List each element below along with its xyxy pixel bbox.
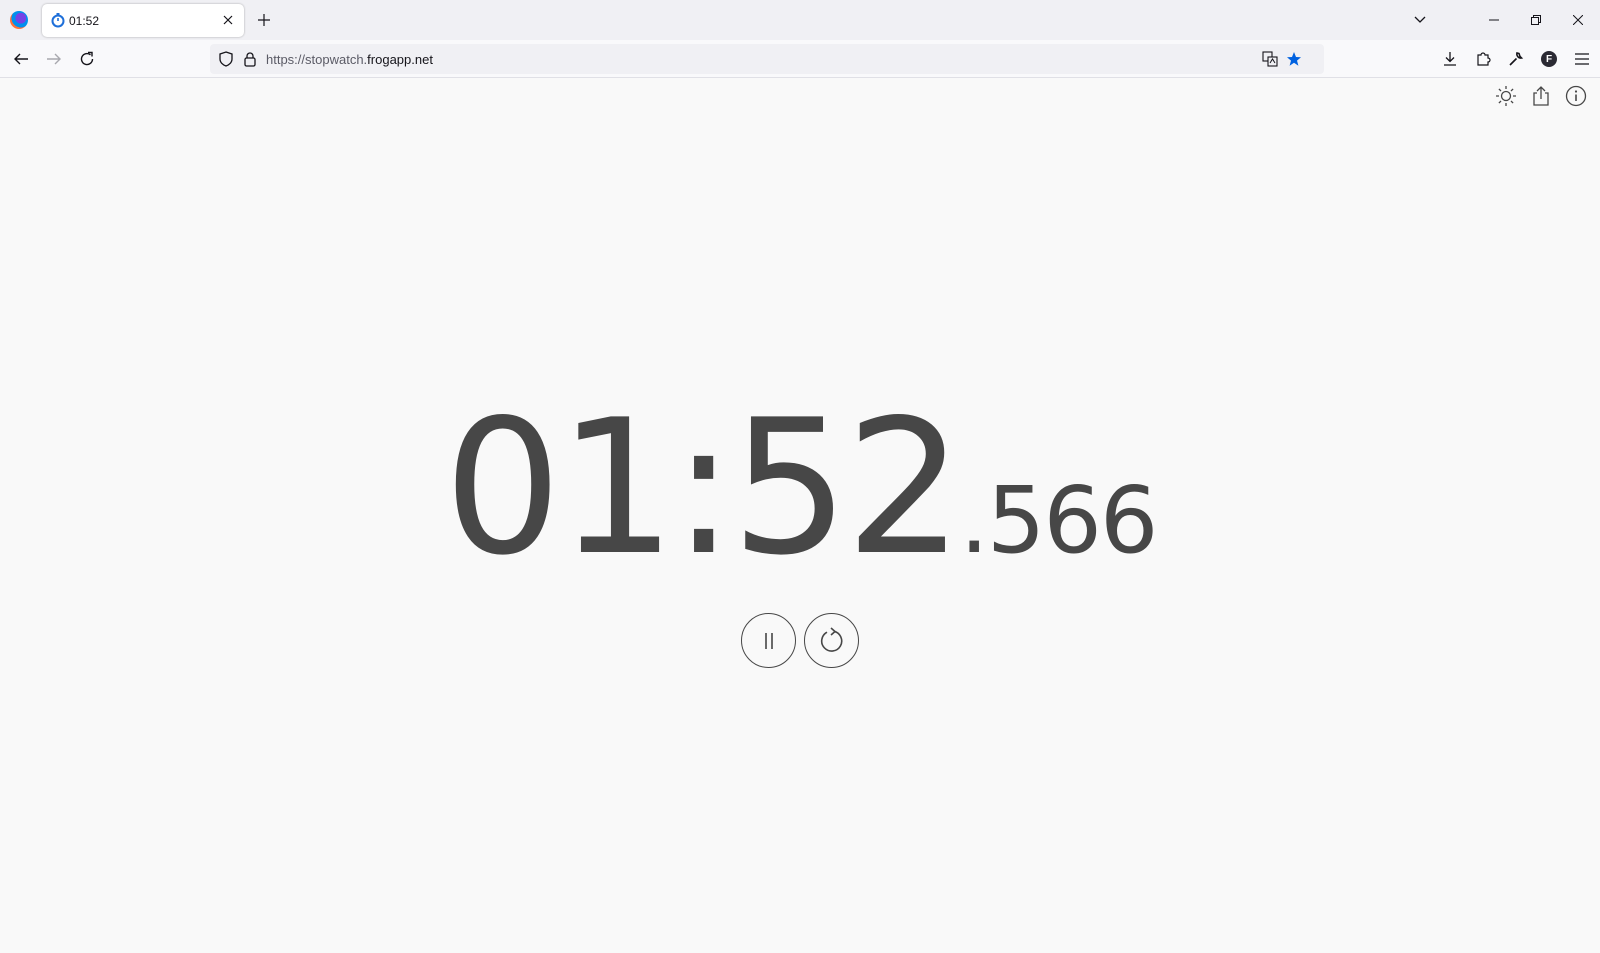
reset-button[interactable] — [804, 613, 859, 668]
url-prefix: https://stopwatch. — [266, 52, 368, 67]
share-icon[interactable] — [1529, 84, 1553, 108]
forward-arrow-icon[interactable] — [42, 47, 66, 71]
time-milliseconds: .566 — [959, 467, 1159, 574]
shield-icon[interactable] — [218, 51, 234, 67]
lock-icon[interactable] — [242, 51, 258, 67]
stopwatch-icon — [50, 12, 66, 28]
tab-stopwatch[interactable]: 01:52 — [42, 4, 244, 37]
minimize-icon[interactable] — [1482, 8, 1506, 32]
pause-icon — [762, 632, 776, 650]
plus-icon[interactable] — [254, 10, 274, 30]
extensions-icon[interactable] — [1471, 47, 1495, 71]
url-text[interactable]: https://stopwatch.frogapp.net — [266, 52, 433, 67]
tab-strip: 01:52 — [0, 0, 1600, 40]
chevron-down-icon[interactable] — [1410, 10, 1430, 30]
close-icon[interactable] — [220, 12, 236, 28]
url-host: frogapp.net — [367, 52, 433, 67]
account-initial: F — [1541, 51, 1557, 67]
reset-icon — [818, 626, 846, 655]
download-icon[interactable] — [1438, 47, 1462, 71]
stopwatch-display: 01:52.566 — [0, 395, 1600, 581]
back-arrow-icon[interactable] — [9, 47, 33, 71]
pause-button[interactable] — [741, 613, 796, 668]
close-window-icon[interactable] — [1566, 8, 1590, 32]
reload-icon[interactable] — [75, 47, 99, 71]
firefox-logo-icon[interactable] — [10, 11, 28, 29]
wrench-icon[interactable] — [1504, 47, 1528, 71]
restore-icon[interactable] — [1524, 8, 1548, 32]
info-icon[interactable] — [1564, 84, 1588, 108]
time-main: 01:52 — [443, 379, 964, 596]
account-icon[interactable]: F — [1537, 47, 1561, 71]
translate-icon[interactable] — [1262, 51, 1278, 67]
tab-title: 01:52 — [69, 14, 100, 28]
bookmark-star-icon[interactable] — [1286, 51, 1302, 67]
stopwatch-controls — [0, 613, 1600, 668]
menu-icon[interactable] — [1570, 47, 1594, 71]
navigation-toolbar: https://stopwatch.frogapp.net F — [0, 40, 1600, 78]
sun-icon[interactable] — [1494, 84, 1518, 108]
address-bar[interactable]: https://stopwatch.frogapp.net — [210, 44, 1324, 74]
